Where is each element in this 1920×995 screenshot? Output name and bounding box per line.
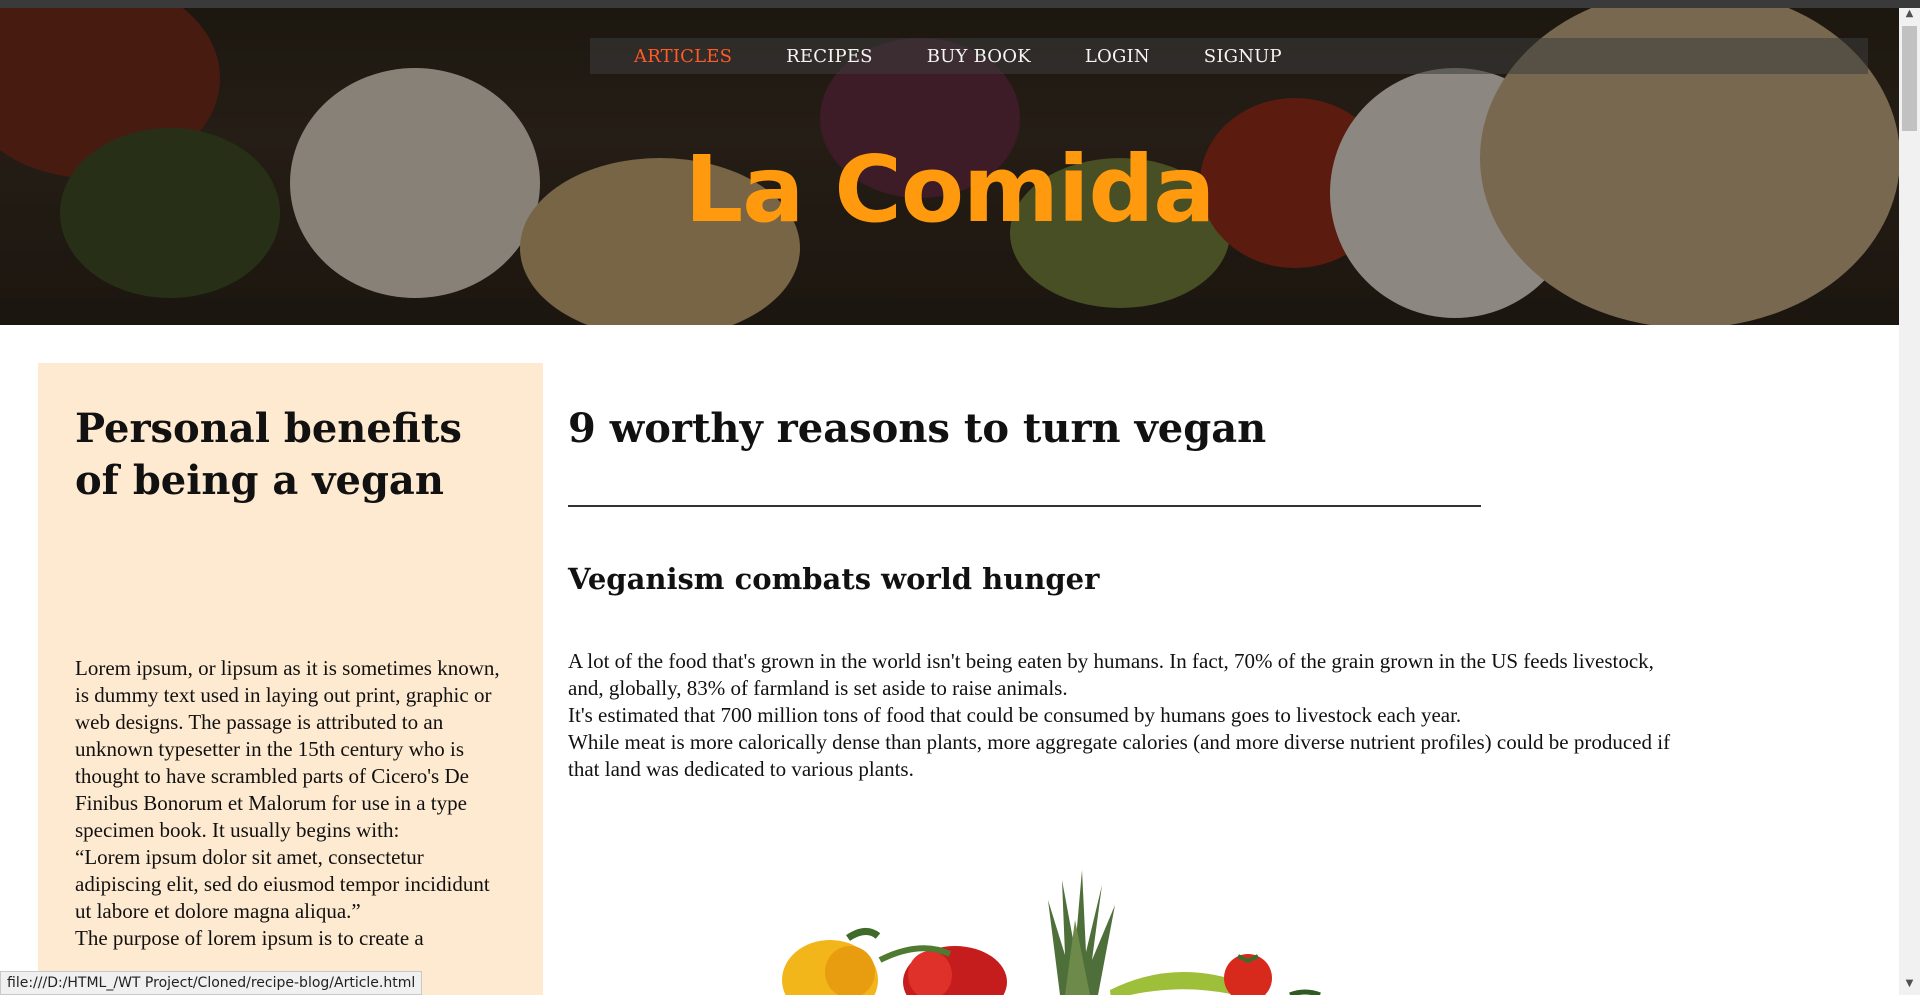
sidebar-quote: “Lorem ipsum dolor sit amet, consectetur…: [75, 845, 490, 923]
nav-buy-book[interactable]: BUY BOOK: [927, 46, 1031, 67]
nav-articles[interactable]: ARTICLES: [634, 46, 732, 67]
yellow-pepper-icon: [782, 928, 881, 995]
scroll-down-icon[interactable]: ▼: [1899, 978, 1920, 995]
article-paragraph: It's estimated that 700 million tons of …: [568, 703, 1462, 727]
site-title: La Comida: [684, 136, 1216, 243]
pineapple-icon: [1048, 870, 1115, 995]
article-paragraph: A lot of the food that's grown in the wo…: [568, 649, 1654, 700]
banana-icon: [1110, 972, 1235, 995]
scroll-thumb[interactable]: [1902, 26, 1917, 131]
window-top-strip: [0, 0, 1920, 8]
article-body: A lot of the food that's grown in the wo…: [568, 648, 1688, 783]
sidebar-paragraph: The purpose of lorem ipsum is to create …: [75, 926, 424, 950]
browser-status-bar: file:///D:/HTML_/WT Project/Cloned/recip…: [0, 971, 423, 995]
tomato-icon: [1224, 954, 1272, 995]
scroll-up-icon[interactable]: ▲: [1899, 8, 1920, 25]
sidebar-paragraph: Lorem ipsum, or lipsum as it is sometime…: [75, 656, 500, 842]
article-paragraph: While meat is more calorically dense tha…: [568, 730, 1671, 781]
red-pepper-icon: [878, 945, 1007, 995]
hero-banner: ARTICLES RECIPES BUY BOOK LOGIN SIGNUP L…: [0, 8, 1899, 325]
nav-signup[interactable]: SIGNUP: [1204, 46, 1282, 67]
nav-recipes[interactable]: RECIPES: [786, 46, 873, 67]
article-main: 9 worthy reasons to turn vegan Veganism …: [568, 363, 1688, 783]
article-title: 9 worthy reasons to turn vegan: [568, 405, 1267, 452]
sidebar-body: Lorem ipsum, or lipsum as it is sometime…: [75, 655, 507, 952]
title-divider: [568, 505, 1481, 507]
fruits-vegetables-image: [730, 860, 1330, 995]
main-navbar: ARTICLES RECIPES BUY BOOK LOGIN SIGNUP: [590, 38, 1868, 74]
vertical-scrollbar[interactable]: ▲ ▼: [1899, 8, 1920, 995]
sidebar-panel: Personal benefits of being a vegan Lorem…: [38, 363, 543, 995]
sidebar-heading: Personal benefits of being a vegan: [75, 405, 462, 504]
nav-login[interactable]: LOGIN: [1085, 46, 1150, 67]
section-heading: Veganism combats world hunger: [568, 562, 1100, 596]
